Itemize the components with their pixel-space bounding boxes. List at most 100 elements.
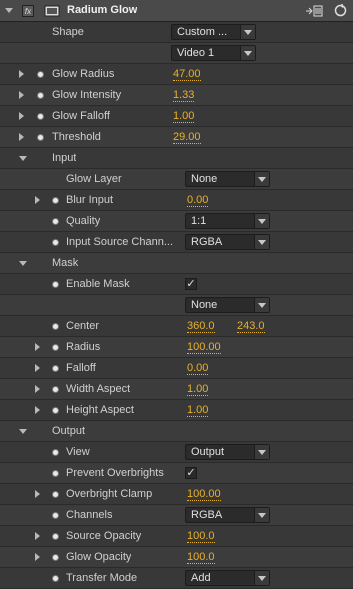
stopwatch-icon[interactable] <box>37 71 44 78</box>
property-row[interactable]: Transfer Mode Add <box>0 568 353 589</box>
stopwatch-icon[interactable] <box>52 512 59 519</box>
property-row[interactable]: Enable Mask ✓ <box>0 274 353 295</box>
group-collapse-triangle-icon[interactable] <box>19 429 27 434</box>
property-row[interactable]: View Output <box>0 442 353 463</box>
property-checkbox[interactable]: ✓ <box>185 278 197 290</box>
stopwatch-icon[interactable] <box>52 491 59 498</box>
expand-triangle-icon[interactable] <box>35 532 40 540</box>
property-checkbox[interactable]: ✓ <box>185 467 197 479</box>
property-row[interactable]: Prevent Overbrights ✓ <box>0 463 353 484</box>
point-y-value[interactable]: 243.0 <box>237 320 265 333</box>
property-row[interactable]: None <box>0 295 353 316</box>
stopwatch-icon[interactable] <box>52 239 59 246</box>
property-value[interactable]: 100.00 <box>187 341 221 354</box>
stopwatch-icon[interactable] <box>52 281 59 288</box>
group-collapse-triangle-icon[interactable] <box>19 261 27 266</box>
stopwatch-icon[interactable] <box>52 407 59 414</box>
expand-triangle-icon[interactable] <box>35 343 40 351</box>
property-label: Radius <box>66 341 101 353</box>
property-row[interactable]: Height Aspect 1.00 <box>0 400 353 421</box>
property-dropdown[interactable]: None <box>185 171 270 187</box>
property-value[interactable]: 100.0 <box>187 530 215 543</box>
property-row[interactable]: Glow Falloff 1.00 <box>0 106 353 127</box>
property-dropdown[interactable]: Output <box>185 444 270 460</box>
dropdown-selected-value: None <box>191 299 218 311</box>
effect-header[interactable]: fx Radium Glow <box>0 0 353 22</box>
chevron-down-icon <box>254 235 269 249</box>
property-dropdown[interactable]: Video 1 <box>171 45 256 61</box>
property-value[interactable]: 47.00 <box>173 68 201 81</box>
property-row[interactable]: Falloff 0.00 <box>0 358 353 379</box>
property-dropdown[interactable]: RGBA <box>185 234 270 250</box>
stopwatch-icon[interactable] <box>52 386 59 393</box>
expand-triangle-icon[interactable] <box>19 133 24 141</box>
property-row[interactable]: Input Source Chann... RGBA <box>0 232 353 253</box>
property-row[interactable]: Glow Opacity 100.0 <box>0 547 353 568</box>
reset-icon[interactable] <box>334 4 347 17</box>
dropdown-selected-value: Add <box>191 572 211 584</box>
expand-triangle-icon[interactable] <box>19 70 24 78</box>
property-row[interactable]: Input <box>0 148 353 169</box>
property-value[interactable]: 29.00 <box>173 131 201 144</box>
property-row[interactable]: Source Opacity 100.0 <box>0 526 353 547</box>
property-row[interactable]: Blur Input 0.00 <box>0 190 353 211</box>
effect-menu-icon[interactable] <box>305 4 323 18</box>
property-value[interactable]: 1.33 <box>173 89 195 102</box>
expand-triangle-icon[interactable] <box>35 196 40 204</box>
stopwatch-icon[interactable] <box>52 449 59 456</box>
property-dropdown[interactable]: None <box>185 297 270 313</box>
expand-triangle-icon[interactable] <box>19 91 24 99</box>
stopwatch-icon[interactable] <box>52 197 59 204</box>
property-row[interactable]: Overbright Clamp 100.00 <box>0 484 353 505</box>
expand-triangle-icon[interactable] <box>35 406 40 414</box>
collapse-triangle-icon[interactable] <box>5 8 13 13</box>
expand-triangle-icon[interactable] <box>35 553 40 561</box>
property-value[interactable]: 1.00 <box>187 404 209 417</box>
stopwatch-icon[interactable] <box>37 134 44 141</box>
property-row[interactable]: Glow Radius 47.00 <box>0 64 353 85</box>
point-x-value[interactable]: 360.0 <box>187 320 215 333</box>
property-row[interactable]: Channels RGBA <box>0 505 353 526</box>
property-value[interactable]: 100.00 <box>187 488 221 501</box>
property-dropdown[interactable]: 1:1 <box>185 213 270 229</box>
stopwatch-icon[interactable] <box>52 575 59 582</box>
property-row[interactable]: Glow Intensity 1.33 <box>0 85 353 106</box>
expand-triangle-icon[interactable] <box>35 364 40 372</box>
property-value[interactable]: 0.00 <box>187 194 209 207</box>
stopwatch-icon[interactable] <box>52 470 59 477</box>
stopwatch-icon[interactable] <box>52 365 59 372</box>
property-row[interactable]: Output <box>0 421 353 442</box>
stopwatch-icon[interactable] <box>52 344 59 351</box>
property-value[interactable]: 1.00 <box>173 110 195 123</box>
property-label: Glow Opacity <box>66 551 132 563</box>
property-dropdown[interactable]: Add <box>185 570 270 586</box>
stopwatch-icon[interactable] <box>52 323 59 330</box>
stopwatch-icon[interactable] <box>52 554 59 561</box>
expand-triangle-icon[interactable] <box>35 490 40 498</box>
property-row[interactable]: Video 1 <box>0 43 353 64</box>
property-value[interactable]: 100.0 <box>187 551 215 564</box>
property-row[interactable]: Glow Layer None <box>0 169 353 190</box>
property-row[interactable]: Threshold 29.00 <box>0 127 353 148</box>
property-row[interactable]: Width Aspect 1.00 <box>0 379 353 400</box>
property-label: Shape <box>52 26 84 38</box>
property-value[interactable]: 1.00 <box>187 383 209 396</box>
stopwatch-icon[interactable] <box>37 92 44 99</box>
expand-triangle-icon[interactable] <box>19 112 24 120</box>
property-dropdown[interactable]: Custom ... <box>171 24 256 40</box>
stopwatch-icon[interactable] <box>52 533 59 540</box>
property-row[interactable]: Radius 100.00 <box>0 337 353 358</box>
property-dropdown[interactable]: RGBA <box>185 507 270 523</box>
expand-triangle-icon[interactable] <box>35 385 40 393</box>
property-row[interactable]: Shape Custom ... <box>0 22 353 43</box>
stopwatch-icon[interactable] <box>52 218 59 225</box>
property-label: Width Aspect <box>66 383 131 395</box>
fx-toggle-checkbox[interactable]: fx <box>22 5 34 17</box>
property-row[interactable]: Quality 1:1 <box>0 211 353 232</box>
effect-title: Radium Glow <box>67 4 138 16</box>
stopwatch-icon[interactable] <box>37 113 44 120</box>
property-row[interactable]: Mask <box>0 253 353 274</box>
property-value[interactable]: 0.00 <box>187 362 209 375</box>
property-row[interactable]: Center 360.0 243.0 <box>0 316 353 337</box>
group-collapse-triangle-icon[interactable] <box>19 156 27 161</box>
